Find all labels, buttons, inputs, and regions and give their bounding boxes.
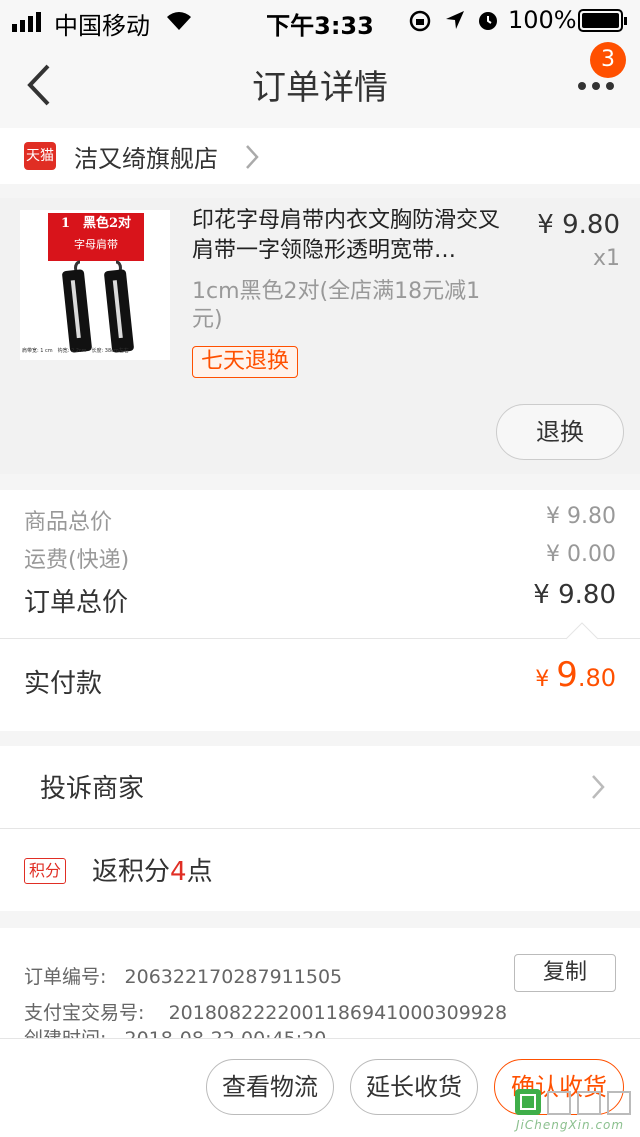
alipay-label: 支付宝交易号: — [24, 1002, 145, 1024]
paid-integer: 9 — [556, 655, 578, 695]
thumb-footer: 肩带宽: 1 cm 钩宽: 2.2cm 长度: 38cm左右 — [22, 348, 129, 354]
complaint-label: 投诉商家 — [40, 774, 145, 804]
goods-total-label: 商品总价 — [24, 510, 113, 535]
watermark-text: JiChengXin.com — [516, 1118, 625, 1132]
location-icon — [446, 11, 464, 29]
complaint-row[interactable]: 投诉商家 — [0, 746, 640, 828]
alipay-line: 支付宝交易号: 2018082222001186941000309928 — [24, 998, 507, 1025]
order-number-line: 订单编号: 206322170287911505 — [24, 962, 342, 989]
product-price: ¥ 9.80 — [537, 210, 620, 240]
created-time: 2018-08-22 00:45:20 — [125, 1028, 327, 1038]
shop-row[interactable]: 天猫 洁又绮旗舰店 — [0, 128, 640, 184]
shop-name: 洁又绮旗舰店 — [74, 145, 218, 173]
product-card[interactable]: 1 黑色2对 字母肩带 肩带宽: 1 cm 钩宽: 2.2cm 长度: 38cm… — [0, 198, 640, 474]
view-logistics-button[interactable]: 查看物流 — [206, 1059, 334, 1115]
watermark: JiChengXin.com — [510, 1088, 640, 1136]
created-label: 创建时间: — [24, 1028, 106, 1038]
tmall-icon: 天猫 — [24, 142, 56, 170]
created-line: 创建时间: 2018-08-22 00:45:20 — [24, 1024, 326, 1038]
product-thumbnail[interactable]: 1 黑色2对 字母肩带 肩带宽: 1 cm 钩宽: 2.2cm 长度: 38cm… — [20, 210, 170, 360]
strap-image-icon — [62, 260, 134, 353]
points-row: 积分 返积分4点 — [0, 828, 640, 911]
battery-percent: 100% — [508, 6, 577, 34]
goods-total-value: ¥ 9.80 — [546, 504, 616, 529]
refund-button[interactable]: 退换 — [496, 404, 624, 460]
nav-bar: 订单详情 — [0, 40, 640, 128]
page-title: 订单详情 — [252, 68, 388, 108]
copy-button[interactable]: 复制 — [514, 954, 616, 992]
alarm-icon — [479, 12, 497, 30]
paid-value: ¥ 9.80 — [535, 655, 616, 695]
shipping-value: ¥ 0.00 — [546, 542, 616, 567]
points-value: 4 — [170, 857, 187, 887]
status-bar: 中国移动 下午3:33 100% — [0, 0, 640, 40]
thumb-banner-subtitle: 字母肩带 — [74, 238, 118, 251]
product-title[interactable]: 印花字母肩带内衣文胸防滑交叉肩带一字领隐形透明宽带… — [192, 206, 514, 266]
return-policy-tag: 七天退换 — [192, 346, 299, 378]
battery-icon — [578, 9, 627, 32]
watermark-glyphs-icon — [547, 1091, 631, 1115]
points-suffix: 点 — [186, 857, 213, 887]
points-text: 返积分4点 — [92, 851, 213, 888]
more-icon[interactable] — [576, 80, 616, 92]
thumb-banner: 1 黑色2对 字母肩带 — [48, 213, 144, 261]
orientation-lock-icon — [409, 10, 431, 32]
alipay-number: 2018082222001186941000309928 — [168, 1002, 508, 1024]
paid-amount-row: 实付款 ¥ 9.80 — [0, 638, 640, 731]
product-sku: 1cm黑色2对(全店满18元减1元) — [192, 279, 481, 332]
chevron-right-icon — [592, 775, 605, 799]
shipping-label: 运费(快递) — [24, 548, 130, 573]
price-summary: 商品总价 ¥ 9.80 运费(快递) ¥ 0.00 订单总价 ¥ 9.80 — [0, 490, 640, 638]
product-quantity: x1 — [592, 246, 620, 271]
points-tag: 积分 — [24, 858, 67, 884]
paid-decimal: .80 — [577, 664, 616, 692]
order-info: 订单编号: 206322170287911505 复制 支付宝交易号: 2018… — [0, 928, 640, 1038]
extend-receipt-button[interactable]: 延长收货 — [350, 1059, 478, 1115]
chevron-right-icon — [246, 145, 259, 169]
order-number: 206322170287911505 — [124, 966, 343, 988]
order-total-label: 订单总价 — [24, 588, 129, 618]
thumb-banner-title: 1 黑色2对 — [60, 216, 132, 231]
watermark-logo-icon — [515, 1089, 541, 1115]
paid-currency: ¥ — [535, 667, 557, 692]
points-prefix: 返积分 — [92, 857, 171, 887]
caret-up-icon — [566, 622, 598, 640]
notification-badge: 3 — [590, 42, 626, 78]
order-number-label: 订单编号: — [24, 966, 107, 988]
order-total-value: ¥ 9.80 — [533, 580, 616, 610]
paid-label: 实付款 — [24, 669, 103, 699]
